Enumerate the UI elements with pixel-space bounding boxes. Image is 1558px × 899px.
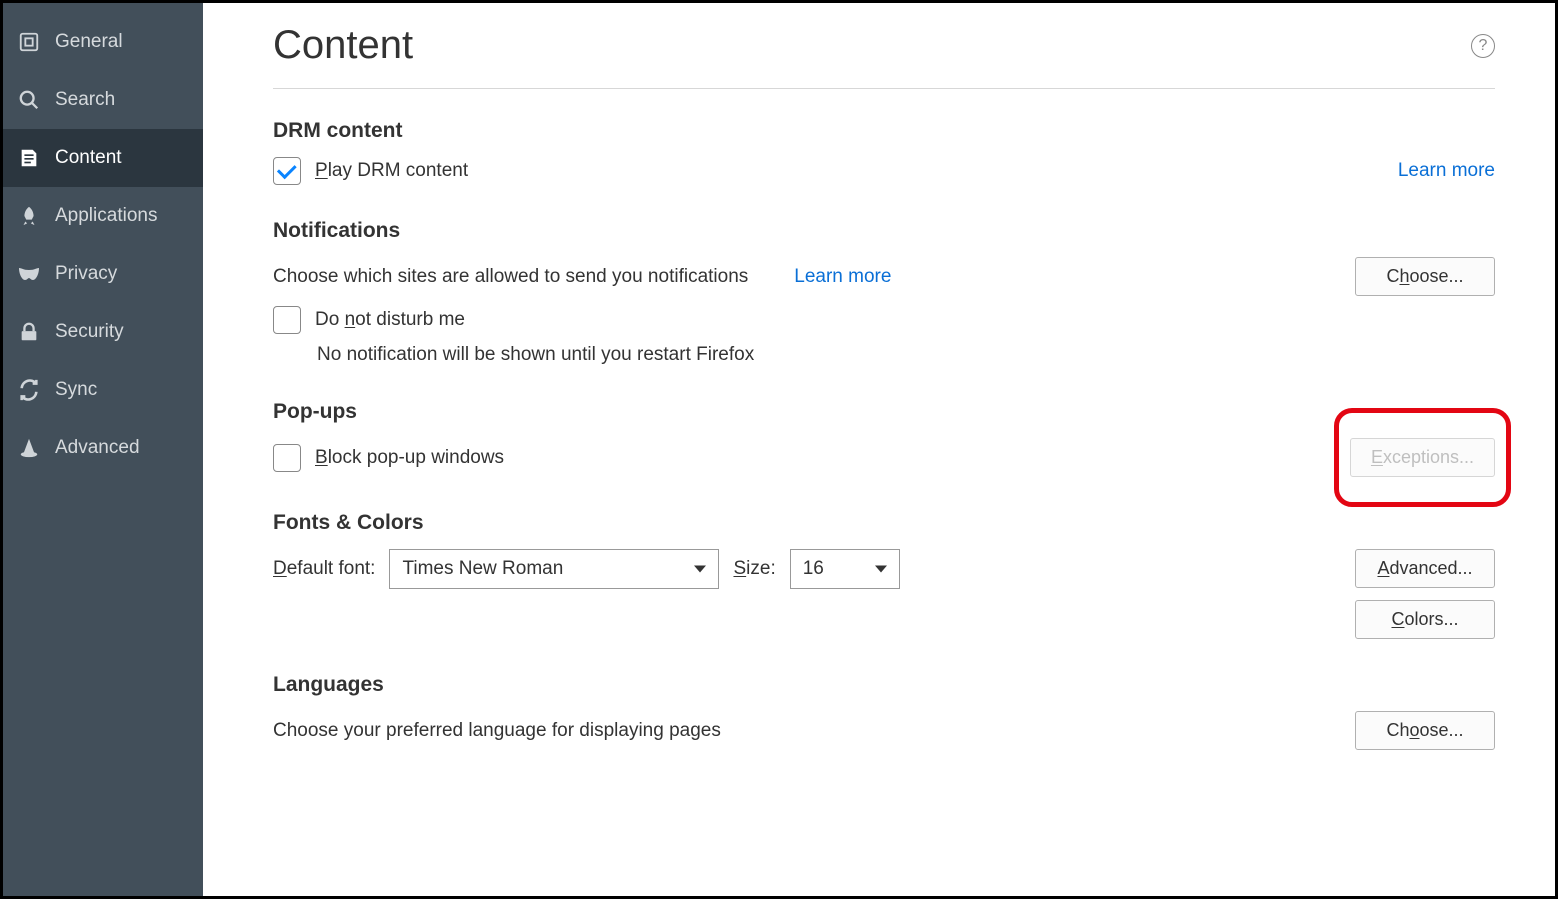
sidebar-item-sync[interactable]: Sync [3,361,203,419]
section-popups: Pop-ups Block pop-up windows Exceptions.… [273,400,1495,477]
default-font-select[interactable]: Times New Roman [389,549,719,589]
sidebar-item-label: Privacy [55,263,117,285]
sidebar-item-security[interactable]: Security [3,303,203,361]
sidebar-item-advanced[interactable]: Advanced [3,419,203,477]
section-heading-drm: DRM content [273,119,1495,143]
languages-desc: Choose your preferred language for displ… [273,720,721,742]
section-fonts: Fonts & Colors Default font: Times New R… [273,511,1495,639]
lock-icon [15,318,43,346]
section-languages: Languages Choose your preferred language… [273,673,1495,750]
rocket-icon [15,202,43,230]
sync-icon [15,376,43,404]
notifications-desc: Choose which sites are allowed to send y… [273,266,748,288]
notifications-choose-button[interactable]: Choose... [1355,257,1495,296]
font-size-label: Size: [733,558,775,580]
section-heading-popups: Pop-ups [273,400,1495,424]
sidebar-item-label: Security [55,321,124,343]
main-panel: Content ? DRM content Play DRM content L… [203,3,1555,896]
content-icon [15,144,43,172]
play-drm-checkbox[interactable] [273,157,301,185]
block-popups-label: Block pop-up windows [315,447,504,469]
page-title: Content [273,23,413,68]
search-icon [15,86,43,114]
section-heading-fonts: Fonts & Colors [273,511,1495,535]
languages-choose-button[interactable]: Choose... [1355,711,1495,750]
sidebar-item-general[interactable]: General [3,13,203,71]
do-not-disturb-sublabel: No notification will be shown until you … [273,344,1495,366]
fonts-advanced-button[interactable]: Advanced... [1355,549,1495,588]
general-icon [15,28,43,56]
do-not-disturb-checkbox[interactable] [273,306,301,334]
default-font-label: Default font: [273,558,375,580]
sidebar-item-label: Content [55,147,122,169]
colors-button[interactable]: Colors... [1355,600,1495,639]
title-row: Content ? [273,23,1495,89]
sidebar-item-content[interactable]: Content [3,129,203,187]
sidebar-item-search[interactable]: Search [3,71,203,129]
popups-exceptions-button: Exceptions... [1350,438,1495,477]
section-heading-notifications: Notifications [273,219,1495,243]
sidebar-item-label: Sync [55,379,97,401]
drm-learn-more-link[interactable]: Learn more [1398,160,1495,182]
sidebar-item-label: Advanced [55,437,140,459]
sidebar-item-privacy[interactable]: Privacy [3,245,203,303]
preferences-window: General Search Content Applications Priv… [0,0,1558,899]
section-drm: DRM content Play DRM content Learn more [273,119,1495,185]
play-drm-label: Play DRM content [315,160,468,182]
mask-icon [15,260,43,288]
font-size-select[interactable]: 16 [790,549,900,589]
wizard-hat-icon [15,434,43,462]
sidebar: General Search Content Applications Priv… [3,3,203,896]
sidebar-item-label: Applications [55,205,157,227]
notifications-learn-more-link[interactable]: Learn more [794,266,891,288]
block-popups-checkbox[interactable] [273,444,301,472]
do-not-disturb-label: Do not disturb me [315,309,465,331]
sidebar-item-label: General [55,31,123,53]
sidebar-item-label: Search [55,89,115,111]
section-heading-languages: Languages [273,673,1495,697]
help-icon[interactable]: ? [1471,34,1495,58]
sidebar-item-applications[interactable]: Applications [3,187,203,245]
section-notifications: Notifications Choose which sites are all… [273,219,1495,366]
